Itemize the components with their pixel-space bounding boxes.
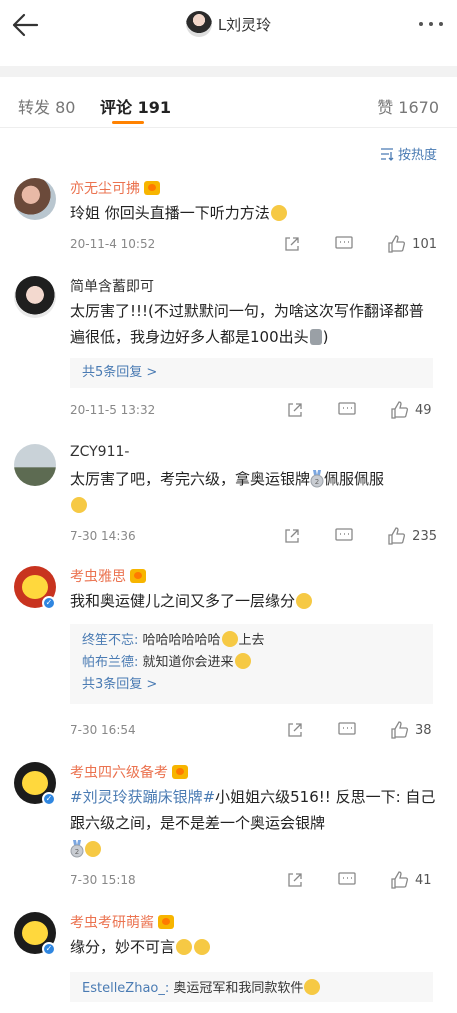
divider <box>0 66 457 77</box>
tab-like[interactable]: 赞 1670 <box>377 94 439 118</box>
reply-item: EstelleZhao_: 奥运冠军和我同款软件 <box>82 978 421 1000</box>
timestamp: 20-11-4 10:52 <box>70 237 156 251</box>
comment-meta: 7-30 16:54 38 <box>70 720 437 740</box>
comment-text: 缘分，妙不可言 <box>70 934 437 960</box>
timestamp: 7-30 15:18 <box>70 873 136 887</box>
timestamp: 7-30 16:54 <box>70 723 136 737</box>
silver-medal-icon: 2 <box>70 840 84 858</box>
verified-badge-icon: ✓ <box>42 596 56 610</box>
smile-emoji-icon <box>194 939 211 955</box>
comment-text: 太厉害了!!!(不过默默问一句，为啥这次写作翻译都普遍很低，我身边好多人都是10… <box>70 302 424 346</box>
timestamp: 20-11-5 13:32 <box>70 403 156 417</box>
reply-item: 终笙不忘: 哈哈哈哈哈哈 上去 <box>82 631 265 648</box>
like-icon[interactable] <box>389 401 409 419</box>
replies-box[interactable]: 终笙不忘: 哈哈哈哈哈哈 上去 帕布兰德: 就知道你会进来 共3条回复 > <box>70 624 433 704</box>
more-replies-link[interactable]: 共3条回复 > <box>82 677 157 692</box>
avatar[interactable] <box>14 178 56 220</box>
replies-box[interactable]: EstelleZhao_: 奥运冠军和我同款软件 <box>70 972 433 1002</box>
vip-badge-icon <box>172 765 188 779</box>
commenter-name[interactable]: 考虫四六级备考 <box>70 762 188 782</box>
author-avatar[interactable] <box>185 11 212 37</box>
like-icon[interactable] <box>389 871 409 889</box>
comment-text: #刘灵玲获蹦床银牌#小姐姐六级516!! 反思一下: 自己跟六级之间，是不是差一… <box>70 788 436 858</box>
laugh-emoji-icon <box>270 205 287 221</box>
doge-emoji-icon <box>221 631 238 647</box>
smile-emoji-icon <box>176 939 193 955</box>
blush-emoji-icon <box>71 497 87 513</box>
doge-emoji-icon <box>234 653 251 669</box>
comment-icon[interactable] <box>337 722 357 738</box>
replies-box[interactable]: 共5条回复 > <box>70 358 433 388</box>
more-icon[interactable] <box>419 22 443 26</box>
comment-meta: 7-30 14:36 235 <box>70 526 437 546</box>
verified-badge-icon: ✓ <box>42 792 56 806</box>
comment-meta: 20-11-5 13:32 49 <box>70 400 437 420</box>
title: L刘灵玲 <box>0 11 457 37</box>
vip-badge-icon <box>130 569 146 583</box>
avatar[interactable] <box>14 444 56 486</box>
commenter-name[interactable]: 亦无尘可拂 <box>70 178 160 198</box>
timestamp: 7-30 14:36 <box>70 529 136 543</box>
tab-comment[interactable]: 评论 191 <box>100 94 171 118</box>
like-count: 38 <box>415 722 432 738</box>
vip-badge-icon <box>158 915 174 929</box>
doge-emoji-icon <box>304 979 321 995</box>
silver-medal-icon: 2 <box>310 470 324 488</box>
vip-badge-icon <box>144 181 160 195</box>
active-tab-indicator <box>112 121 144 124</box>
commenter-name[interactable]: 考虫雅思 <box>70 566 146 586</box>
page-title: L刘灵玲 <box>217 15 272 34</box>
more-replies-link[interactable]: 共5条回复 > <box>82 365 157 380</box>
like-count: 41 <box>415 872 432 888</box>
comment-meta: 7-30 15:18 41 <box>70 870 437 890</box>
sort-icon <box>380 147 394 161</box>
top-bar: L刘灵玲 <box>0 0 457 50</box>
tab-repost[interactable]: 转发 80 <box>18 94 75 118</box>
sort-label: 按热度 <box>397 148 437 163</box>
cry-emoji-icon <box>296 593 313 609</box>
comment-icon[interactable] <box>334 528 354 544</box>
comment-icon[interactable] <box>334 236 354 252</box>
like-icon[interactable] <box>386 235 406 253</box>
share-icon[interactable] <box>285 402 305 418</box>
candle-emoji-icon <box>309 329 322 345</box>
sort-button[interactable]: 按热度 <box>380 144 437 163</box>
commenter-name[interactable]: 考虫考研萌酱 <box>70 912 174 932</box>
comment-text: 我和奥运健儿之间又多了一层缘分 <box>70 588 437 614</box>
like-count: 235 <box>412 528 437 544</box>
share-icon[interactable] <box>282 236 302 252</box>
avatar[interactable] <box>14 276 56 318</box>
comment-text: 玲姐 你回头直播一下听力方法 <box>70 200 437 226</box>
verified-badge-icon: ✓ <box>42 942 56 956</box>
share-icon[interactable] <box>282 528 302 544</box>
comment-icon[interactable] <box>337 402 357 418</box>
reply-item: 帕布兰德: 就知道你会进来 <box>82 652 421 674</box>
like-count: 49 <box>415 402 432 418</box>
commenter-name[interactable]: 简单含蓄即可 <box>70 276 154 296</box>
comment-icon[interactable] <box>337 872 357 888</box>
svg-text:2: 2 <box>315 478 319 486</box>
topic-link[interactable]: #刘灵玲获蹦床银牌# <box>70 788 215 806</box>
tab-bar: 转发 80 评论 191 赞 1670 <box>0 84 457 128</box>
comment-text: 太厉害了吧，考完六级，拿奥运银牌 2 佩服佩服 <box>70 466 437 518</box>
like-count: 101 <box>412 236 437 252</box>
laugh-emoji-icon <box>85 841 101 857</box>
like-icon[interactable] <box>389 721 409 739</box>
svg-text:2: 2 <box>75 848 79 856</box>
share-icon[interactable] <box>285 872 305 888</box>
commenter-name[interactable]: ZCY911- <box>70 444 129 460</box>
share-icon[interactable] <box>285 722 305 738</box>
comment-meta: 20-11-4 10:52 101 <box>70 234 437 254</box>
like-icon[interactable] <box>386 527 406 545</box>
